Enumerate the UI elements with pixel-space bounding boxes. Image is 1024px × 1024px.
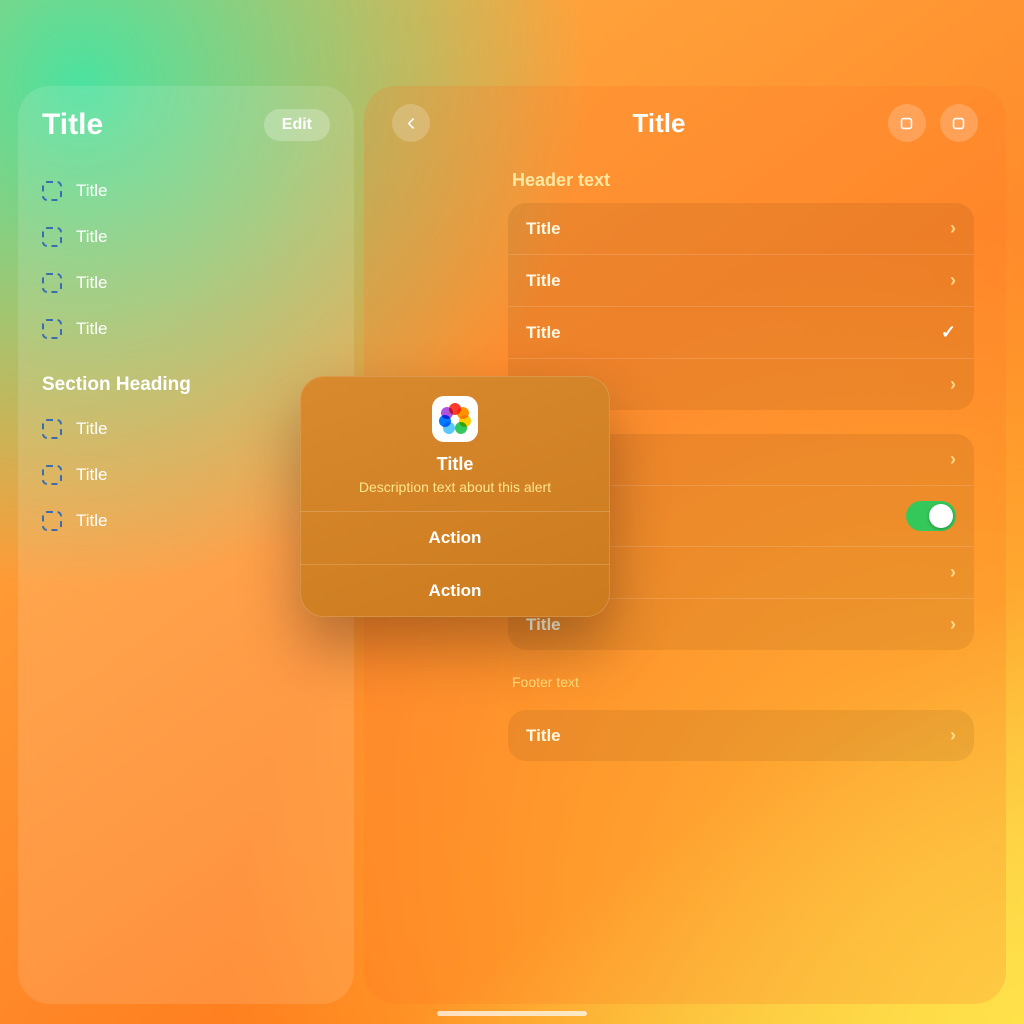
toggle-switch[interactable] [906, 501, 956, 531]
sidebar-item[interactable]: Title [42, 214, 330, 260]
section-header: Header text [512, 170, 970, 191]
sidebar-item-label: Title [76, 419, 108, 439]
list-row[interactable]: Title › [508, 203, 974, 255]
sidebar-item[interactable]: Title [42, 306, 330, 352]
placeholder-icon [42, 419, 62, 439]
placeholder-icon [42, 181, 62, 201]
row-label: Title [526, 219, 561, 239]
sidebar-item[interactable]: Title [42, 452, 330, 498]
chevron-right-icon: › [950, 562, 956, 583]
list-row[interactable]: Title ✓ [508, 307, 974, 359]
sidebar-item[interactable]: Title [42, 168, 330, 214]
toolbar-button-1[interactable] [888, 104, 926, 142]
chevron-right-icon: › [950, 725, 956, 746]
chevron-right-icon: › [950, 270, 956, 291]
sidebar-item-label: Title [76, 319, 108, 339]
chevron-right-icon: › [950, 614, 956, 635]
sidebar-item[interactable]: Title 42 [42, 406, 330, 452]
row-label: Title [526, 323, 561, 343]
section-heading-label: Section Heading [42, 374, 191, 396]
placeholder-icon [42, 319, 62, 339]
section-footer: Footer text [512, 674, 970, 690]
list-row[interactable]: Title › [508, 710, 974, 761]
chevron-right-icon: › [950, 449, 956, 470]
photos-app-icon [432, 396, 478, 442]
toolbar-button-2[interactable] [940, 104, 978, 142]
row-label: Title [526, 615, 561, 635]
alert-description: Description text about this alert [318, 479, 592, 495]
checkmark-icon: ✓ [941, 322, 956, 343]
back-button[interactable] [392, 104, 430, 142]
alert-title: Title [318, 454, 592, 475]
square-icon [898, 115, 915, 132]
placeholder-icon [42, 511, 62, 531]
alert-dialog: Title Description text about this alert … [300, 376, 610, 617]
sidebar-item-label: Title [76, 181, 108, 201]
chevron-right-icon: › [950, 374, 956, 395]
sidebar-item-label: Title [76, 465, 108, 485]
row-label: Title [526, 271, 561, 291]
alert-action-button[interactable]: Action [300, 512, 610, 565]
sidebar-item[interactable]: Title [42, 498, 330, 544]
home-indicator[interactable] [437, 1011, 587, 1016]
section-heading[interactable]: Section Heading ⌄ [42, 352, 330, 406]
list-row[interactable]: Title › [508, 255, 974, 307]
sidebar-item-label: Title [76, 227, 108, 247]
square-icon [950, 115, 967, 132]
sidebar-item[interactable]: Title [42, 260, 330, 306]
placeholder-icon [42, 273, 62, 293]
chevron-left-icon [403, 115, 420, 132]
placeholder-icon [42, 227, 62, 247]
sidebar-item-label: Title [76, 273, 108, 293]
chevron-right-icon: › [950, 218, 956, 239]
placeholder-icon [42, 465, 62, 485]
edit-button[interactable]: Edit [264, 109, 330, 141]
page-title: Title [633, 108, 686, 139]
list-section-3: Title › [508, 710, 974, 761]
sidebar-item-label: Title [76, 511, 108, 531]
alert-action-button[interactable]: Action [300, 565, 610, 617]
row-label: Title [526, 726, 561, 746]
sidebar-title: Title [42, 108, 103, 142]
